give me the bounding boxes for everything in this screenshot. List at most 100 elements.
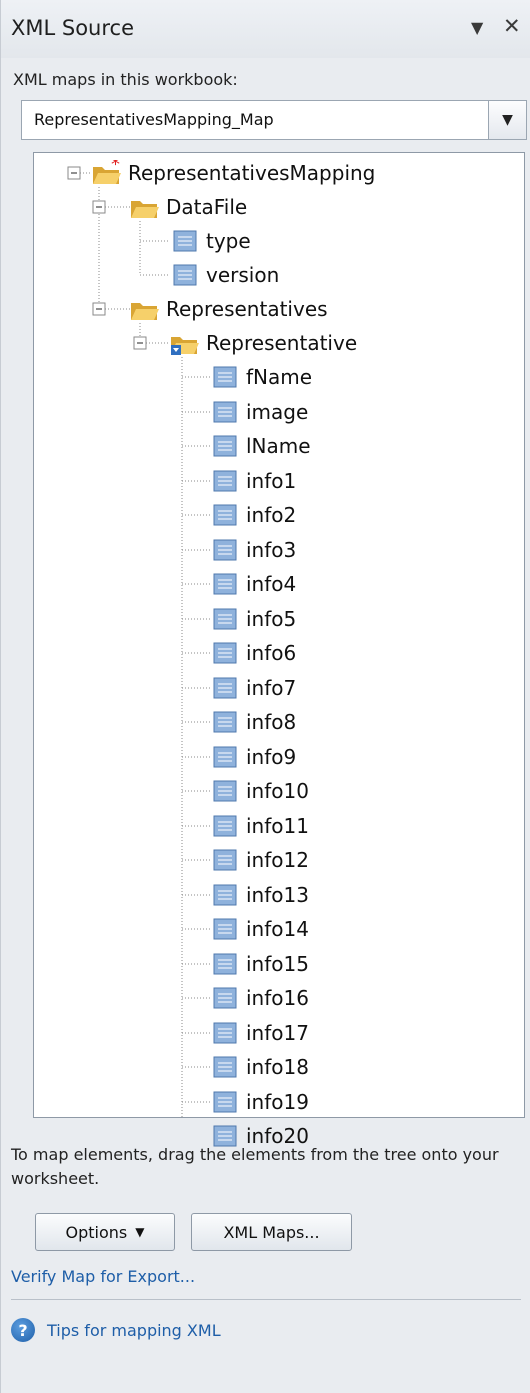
tree-node-label: info9 xyxy=(246,745,297,769)
tree-node-field[interactable]: info5 xyxy=(210,604,296,634)
tree-node-label: info18 xyxy=(246,1055,309,1079)
tree-node-label: lName xyxy=(246,434,311,458)
tree-node-field[interactable]: info11 xyxy=(210,811,309,841)
tree-node-label: DataFile xyxy=(166,195,248,219)
element-icon xyxy=(213,401,237,423)
element-icon xyxy=(213,815,237,837)
xml-maps-button[interactable]: XML Maps... xyxy=(191,1213,352,1251)
help-icon: ? xyxy=(11,1318,35,1342)
divider xyxy=(11,1299,521,1300)
element-icon xyxy=(213,573,237,595)
tree-node-label: info11 xyxy=(246,814,309,838)
tree-node-version[interactable]: version xyxy=(170,260,279,290)
element-icon xyxy=(213,780,237,802)
tree-node-label: info2 xyxy=(246,503,297,527)
element-icon xyxy=(173,230,197,252)
element-icon xyxy=(213,677,237,699)
tree-node-field[interactable]: info3 xyxy=(210,535,296,565)
verify-map-link[interactable]: Verify Map for Export... xyxy=(11,1267,195,1286)
close-icon[interactable]: ✕ xyxy=(503,14,521,38)
chevron-down-icon[interactable]: ▼ xyxy=(488,101,526,139)
options-button-label: Options xyxy=(65,1222,128,1242)
tree-node-label: info15 xyxy=(246,952,309,976)
tree-node-type[interactable]: type xyxy=(170,226,251,256)
repeating-folder-icon xyxy=(171,337,199,355)
tree-node-label: info19 xyxy=(246,1090,309,1114)
tree-node-field[interactable]: image xyxy=(210,397,308,427)
element-icon xyxy=(213,435,237,457)
tree-node-label: RepresentativesMapping xyxy=(128,161,376,185)
element-icon xyxy=(213,470,237,492)
tree-node-label: info7 xyxy=(246,676,297,700)
tree-node-field[interactable]: info4 xyxy=(210,569,296,599)
tree-node-label: info14 xyxy=(246,917,309,941)
tree-node-field[interactable]: info15 xyxy=(210,949,309,979)
tree-node-field[interactable]: info9 xyxy=(210,742,296,772)
tree-node-field[interactable]: info16 xyxy=(210,983,309,1013)
tree-node-field[interactable]: info1 xyxy=(210,466,296,496)
pane-title: XML Source xyxy=(11,16,135,40)
element-icon xyxy=(213,1022,237,1044)
element-icon xyxy=(213,608,237,630)
tree-node-field[interactable]: info6 xyxy=(210,638,296,668)
tree-node-label: info12 xyxy=(246,848,309,872)
tree-node-label: info10 xyxy=(246,779,309,803)
element-icon xyxy=(213,539,237,561)
element-icon xyxy=(213,711,237,733)
tree-node-field[interactable]: info10 xyxy=(210,776,309,806)
tree-node-label: version xyxy=(206,263,280,287)
collapse-toggle[interactable] xyxy=(67,166,81,180)
mapping-hint-text: To map elements, drag the elements from … xyxy=(11,1145,499,1188)
tree-node-field[interactable]: info19 xyxy=(210,1087,309,1117)
tree-node-field[interactable]: info7 xyxy=(210,673,296,703)
tree-node-label: image xyxy=(246,400,309,424)
triangle-down-icon[interactable]: ▼ xyxy=(471,18,483,37)
tree-node-datafile[interactable]: DataFile xyxy=(130,192,247,222)
tree-node-label: info8 xyxy=(246,710,297,734)
tree-node-label: Representatives xyxy=(166,297,328,321)
folder-icon xyxy=(131,303,159,320)
tree-node-label: info13 xyxy=(246,883,309,907)
tree-node-label: info16 xyxy=(246,986,309,1010)
tree-node-field[interactable]: info8 xyxy=(210,707,296,737)
tree-node-field[interactable]: info13 xyxy=(210,880,309,910)
tree-node-label: info1 xyxy=(246,469,297,493)
element-icon xyxy=(213,953,237,975)
element-icon xyxy=(213,918,237,940)
pane-header: XML Source ▼ ✕ xyxy=(1,0,530,58)
tree-node-representatives[interactable]: Representatives xyxy=(130,294,328,324)
collapse-toggle[interactable] xyxy=(92,200,106,214)
collapse-toggle[interactable] xyxy=(133,336,147,350)
tree-node-representative[interactable]: Representative xyxy=(170,328,357,358)
element-icon xyxy=(213,746,237,768)
tree-node-label: Representative xyxy=(206,331,358,355)
folder-icon xyxy=(131,201,159,218)
element-icon xyxy=(213,504,237,526)
options-button[interactable]: Options ▼ xyxy=(35,1213,175,1251)
tree-node-label: info5 xyxy=(246,607,297,631)
tree-node-field[interactable]: fName xyxy=(210,362,312,392)
svg-text:*: * xyxy=(111,160,120,175)
xml-source-pane: XML Source ▼ ✕ XML maps in this workbook… xyxy=(0,0,530,1393)
element-icon xyxy=(173,264,197,286)
tree-node-label: type xyxy=(206,229,251,253)
tree-node-field[interactable]: lName xyxy=(210,431,311,461)
element-icon xyxy=(213,1091,237,1113)
tree-node-field[interactable]: info18 xyxy=(210,1052,309,1082)
collapse-toggle[interactable] xyxy=(92,302,106,316)
tips-link[interactable]: ? Tips for mapping XML xyxy=(11,1318,221,1342)
xml-element-tree[interactable]: * RepresentativesMapping DataFile type v… xyxy=(33,152,525,1148)
element-icon xyxy=(213,884,237,906)
tree-node-field[interactable]: info14 xyxy=(210,914,309,944)
tree-node-field[interactable]: info2 xyxy=(210,500,296,530)
xml-maps-label: XML maps in this workbook: xyxy=(13,70,238,89)
tips-link-label: Tips for mapping XML xyxy=(47,1320,221,1340)
tree-node-label: info6 xyxy=(246,641,297,665)
element-icon xyxy=(213,987,237,1009)
tree-node-label: fName xyxy=(246,365,313,389)
tree-node-field[interactable]: info17 xyxy=(210,1018,309,1048)
tree-node-root[interactable]: * RepresentativesMapping xyxy=(92,158,375,188)
tree-node-field[interactable]: info12 xyxy=(210,845,309,875)
xml-map-select[interactable]: RepresentativesMapping_Map ▼ xyxy=(21,100,527,140)
folder-root-icon: * xyxy=(93,160,121,184)
